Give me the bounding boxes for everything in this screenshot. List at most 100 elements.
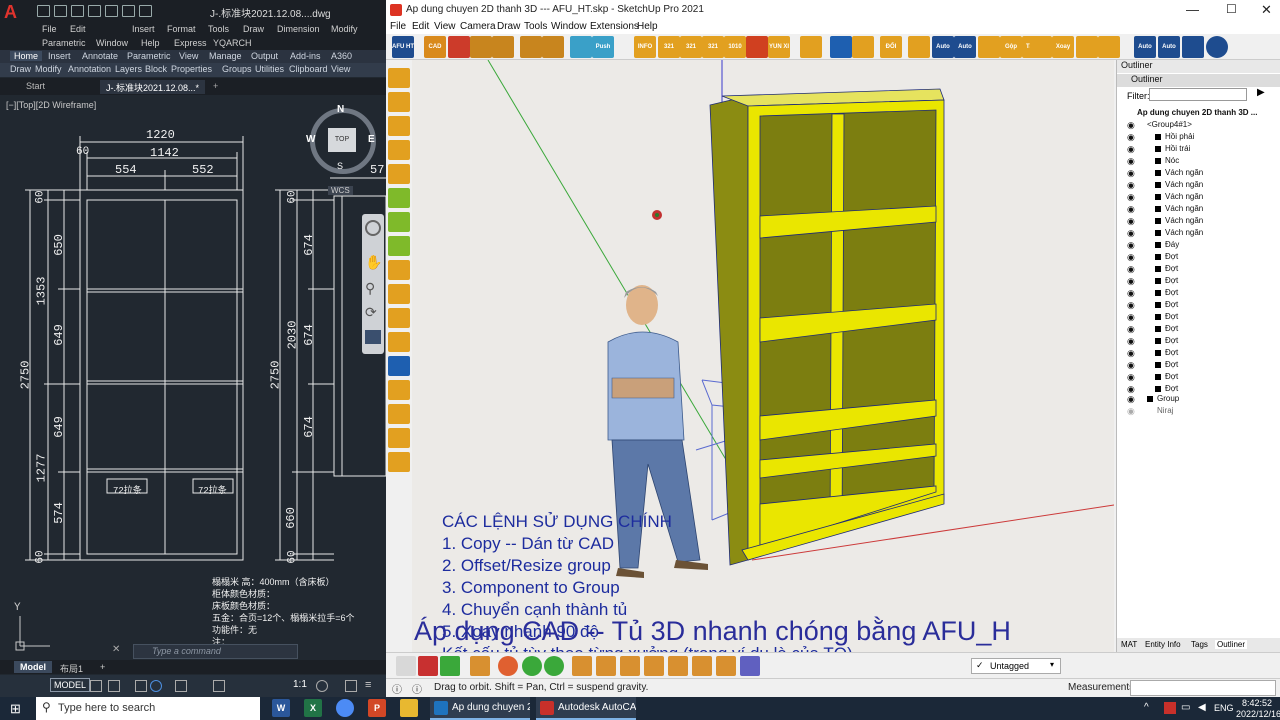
tray-tab-tags[interactable]: Tags bbox=[1191, 640, 1208, 649]
outliner-item[interactable]: ◉ Đợt bbox=[1117, 276, 1280, 288]
menu-icon[interactable]: ≡ bbox=[365, 679, 371, 691]
bottom-tool[interactable] bbox=[396, 656, 416, 676]
tab-home[interactable]: Home bbox=[10, 51, 43, 61]
zoom-icon[interactable]: ⚲ bbox=[365, 280, 381, 296]
tool-button[interactable] bbox=[1076, 36, 1098, 58]
tray-tab-mat[interactable]: MAT bbox=[1121, 640, 1137, 649]
panel-layers[interactable]: Layers bbox=[115, 64, 142, 74]
su-menu-camera[interactable]: Camera bbox=[460, 21, 496, 32]
eye-icon[interactable]: ◉ bbox=[1127, 217, 1137, 226]
panel-annotation[interactable]: Annotation bbox=[68, 64, 111, 74]
order-321-button[interactable]: 321 bbox=[680, 36, 702, 58]
doc-tab-drawing[interactable]: J-.标准块2021.12.08...* bbox=[100, 80, 206, 94]
word-icon[interactable]: W bbox=[272, 699, 290, 717]
menu-format[interactable]: Format bbox=[167, 24, 196, 34]
outliner-item[interactable]: ◉ Đợt bbox=[1117, 300, 1280, 312]
polar-icon[interactable] bbox=[150, 680, 162, 692]
left-tool[interactable] bbox=[388, 284, 410, 304]
su-menu-draw[interactable]: Draw bbox=[497, 21, 520, 32]
outliner-item[interactable]: ◉ Đợt bbox=[1117, 324, 1280, 336]
menu-draw[interactable]: Draw bbox=[243, 24, 264, 34]
file-explorer-icon[interactable] bbox=[400, 699, 418, 717]
tray-tab-entity-info[interactable]: Entity Info bbox=[1145, 640, 1181, 649]
panel-block[interactable]: Block bbox=[145, 64, 167, 74]
chrome-icon[interactable] bbox=[336, 699, 354, 717]
left-tool[interactable] bbox=[388, 164, 410, 184]
left-tool[interactable] bbox=[388, 308, 410, 328]
annotation-scale[interactable]: 1:1 bbox=[293, 679, 307, 690]
gear-icon[interactable] bbox=[316, 680, 328, 692]
tab-output[interactable]: Output bbox=[251, 51, 278, 61]
minimize-icon[interactable]: — bbox=[1186, 2, 1199, 17]
outliner-item[interactable]: ◉ Group bbox=[1117, 394, 1280, 406]
eye-icon[interactable]: ◉ bbox=[1127, 325, 1137, 334]
eye-icon[interactable]: ◉ bbox=[1127, 169, 1137, 178]
merge-button[interactable]: Gộp bbox=[1000, 36, 1022, 58]
outliner-item[interactable]: ◉ Đợt bbox=[1117, 336, 1280, 348]
language-indicator[interactable]: ENG bbox=[1214, 703, 1234, 713]
bottom-tool[interactable] bbox=[692, 656, 712, 676]
order-1010-button[interactable]: 1010 bbox=[724, 36, 746, 58]
order-321-button[interactable]: 321 bbox=[658, 36, 680, 58]
taskbar-search[interactable]: ⚲ Type here to search bbox=[36, 697, 260, 720]
outliner-item[interactable]: ◉ Hồi trái bbox=[1117, 144, 1280, 156]
eye-icon[interactable]: ◉ bbox=[1127, 313, 1137, 322]
tab-addins[interactable]: Add-ins bbox=[290, 51, 321, 61]
eye-icon[interactable]: ◉ bbox=[1127, 301, 1137, 310]
tool-button[interactable] bbox=[978, 36, 1000, 58]
eye-icon[interactable]: ◉ bbox=[1127, 241, 1137, 250]
su-menu-edit[interactable]: Edit bbox=[412, 21, 429, 32]
steering-wheel-icon[interactable] bbox=[365, 220, 381, 236]
eye-icon[interactable]: ◉ bbox=[1127, 337, 1137, 346]
outliner-item[interactable]: ◉ Đợt bbox=[1117, 348, 1280, 360]
outliner-section[interactable]: Outliner bbox=[1117, 74, 1280, 87]
bottom-tool[interactable] bbox=[544, 656, 564, 676]
bottom-tool[interactable] bbox=[498, 656, 518, 676]
eye-icon[interactable]: ◉ bbox=[1127, 289, 1137, 298]
panel-properties[interactable]: Properties bbox=[171, 64, 212, 74]
volume-icon[interactable]: ◀ bbox=[1198, 702, 1206, 713]
osnap-icon[interactable] bbox=[175, 680, 187, 692]
tab-view[interactable]: View bbox=[179, 51, 198, 61]
tray-tab-outliner[interactable]: Outliner bbox=[1215, 640, 1248, 649]
afu-ht-button[interactable]: AFU HT bbox=[392, 36, 414, 58]
tab-a360[interactable]: A360 bbox=[331, 51, 352, 61]
wcs-menu[interactable]: WCS bbox=[328, 186, 353, 195]
tool-button[interactable] bbox=[448, 36, 470, 58]
tool-button[interactable] bbox=[852, 36, 874, 58]
viewcube-south[interactable]: S bbox=[337, 161, 343, 171]
menu-express[interactable]: Express bbox=[174, 38, 207, 48]
left-tool[interactable] bbox=[388, 236, 410, 256]
order-321-button[interactable]: 321 bbox=[702, 36, 724, 58]
left-tool[interactable] bbox=[388, 68, 410, 88]
eye-icon[interactable]: ◉ bbox=[1127, 373, 1137, 382]
su-menu-help[interactable]: Help bbox=[637, 21, 658, 32]
viewcube-north[interactable]: N bbox=[337, 104, 344, 115]
auto-button[interactable]: Auto bbox=[932, 36, 954, 58]
add-layout-icon[interactable]: + bbox=[94, 661, 111, 673]
eye-icon[interactable]: ◉ bbox=[1127, 277, 1137, 286]
network-icon[interactable]: ▭ bbox=[1181, 702, 1190, 713]
bottom-tool[interactable] bbox=[470, 656, 490, 676]
tab-manage[interactable]: Manage bbox=[209, 51, 242, 61]
new-tab-icon[interactable]: + bbox=[207, 80, 224, 94]
outliner-item[interactable]: ◉ Đợt bbox=[1117, 264, 1280, 276]
close-command-icon[interactable]: ✕ bbox=[112, 644, 130, 659]
outliner-details-icon[interactable]: ▶ bbox=[1257, 87, 1265, 98]
tool-button[interactable] bbox=[570, 36, 592, 58]
redo-icon[interactable] bbox=[139, 5, 152, 17]
eye-icon[interactable]: ◉ bbox=[1127, 121, 1137, 130]
filter-input[interactable] bbox=[1149, 88, 1247, 101]
viewcube-west[interactable]: W bbox=[306, 134, 315, 145]
outliner-group[interactable]: ◉ <Group4#1> bbox=[1117, 120, 1280, 132]
menu-edit[interactable]: Edit bbox=[70, 24, 86, 34]
tray-arrow-icon[interactable]: ^ bbox=[1144, 702, 1149, 713]
ortho-icon[interactable] bbox=[135, 680, 147, 692]
tool-button[interactable] bbox=[1030, 36, 1052, 58]
gear-tool-button[interactable] bbox=[1182, 36, 1204, 58]
tab-annotate[interactable]: Annotate bbox=[82, 51, 118, 61]
panel-clipboard[interactable]: Clipboard bbox=[289, 64, 328, 74]
auto-button[interactable]: Auto bbox=[1134, 36, 1156, 58]
menu-insert[interactable]: Insert bbox=[132, 24, 155, 34]
eye-icon[interactable]: ◉ bbox=[1127, 133, 1137, 142]
